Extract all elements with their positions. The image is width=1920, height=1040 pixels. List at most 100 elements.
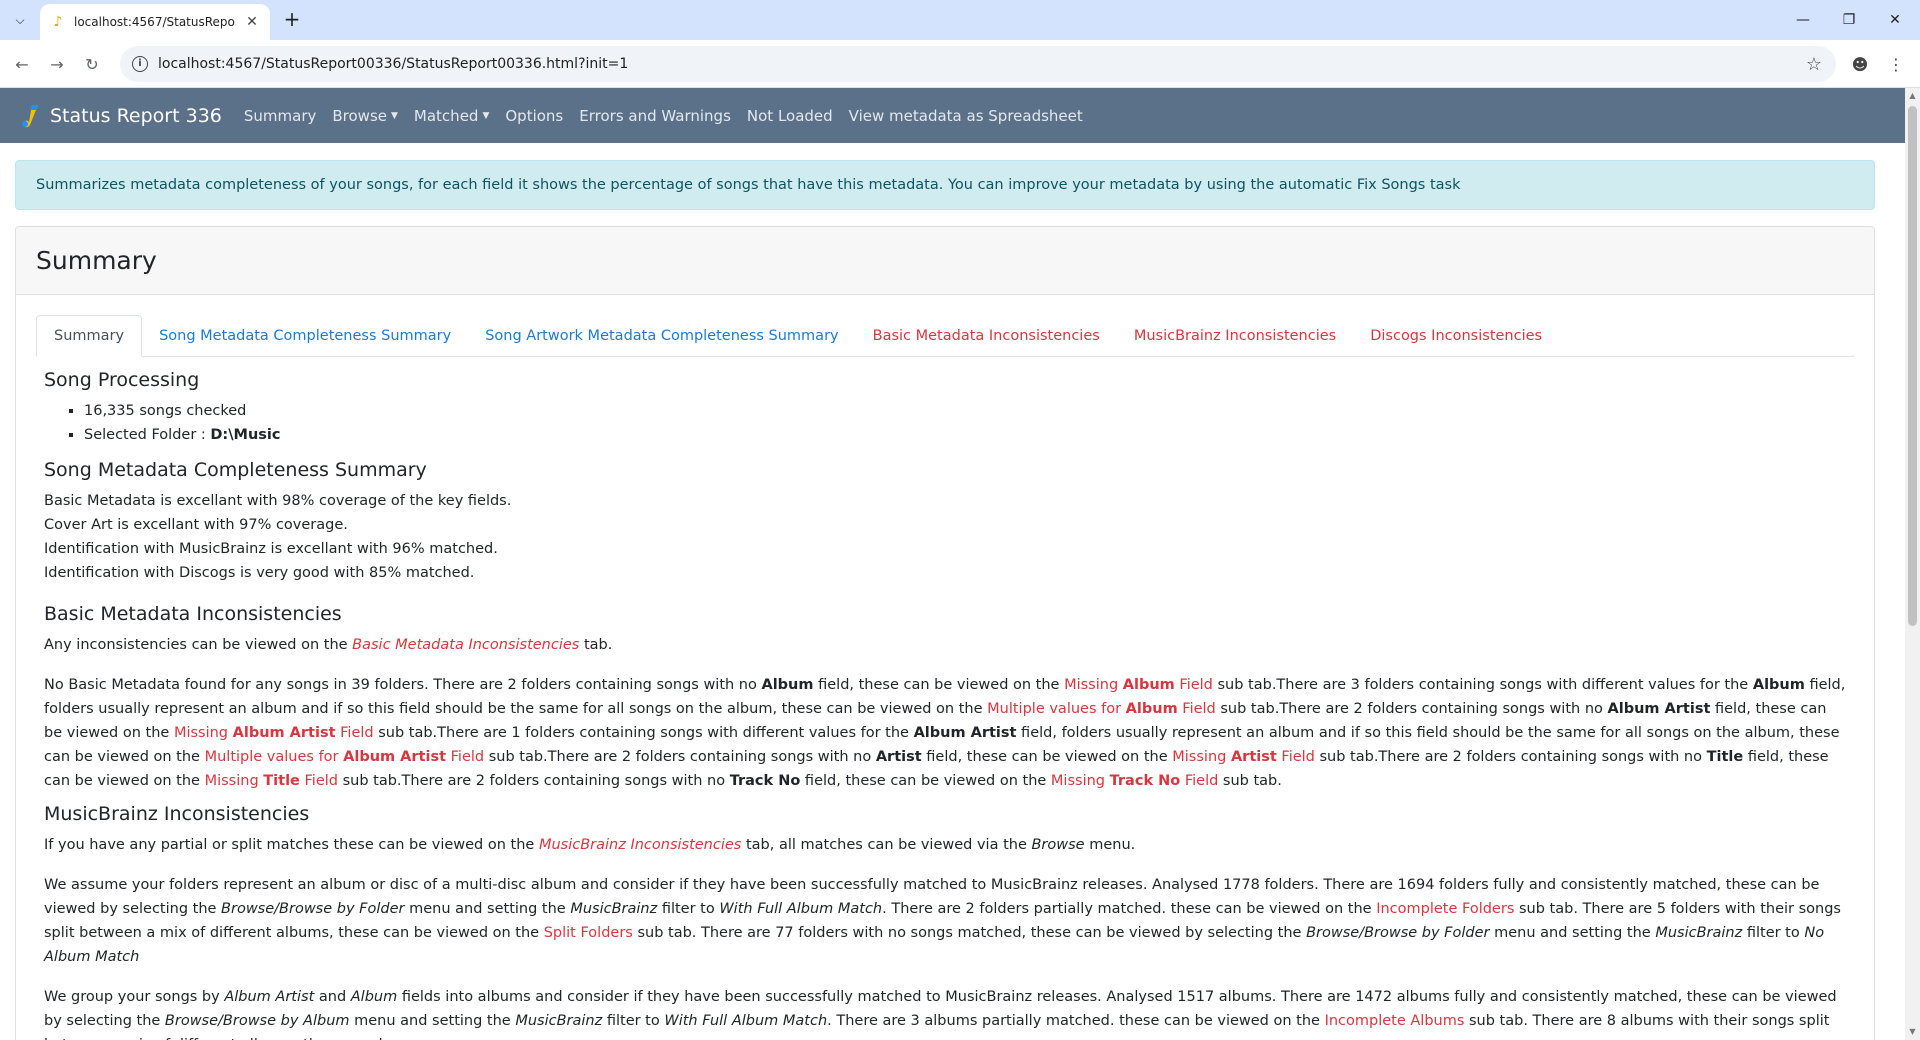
text: Missing [1064,677,1123,693]
field-name: Title [263,773,300,789]
text: Missing [204,773,264,789]
text: field, these can be viewed on the [813,677,1065,693]
text: sub tab. [1218,773,1282,789]
multiple-album-link[interactable]: Multiple values for Album Field [987,701,1216,717]
browser-tab-title: localhost:4567/StatusReport00336 [74,15,236,29]
filter-value: With Full Album Match [719,901,883,917]
info-icon[interactable]: i [132,56,148,72]
text: tab, all matches can be viewed via the [741,837,1032,853]
text: filter to [602,1013,665,1029]
text: sub tab.There are 2 folders containing s… [484,749,876,765]
summary-card: Summary Summary Song Metadata Completene… [15,226,1875,1040]
field-name: Album [1752,677,1805,693]
field-name: Album Artist [232,725,336,741]
menu-ref: Browse/Browse by Album [164,1013,350,1029]
browse-ref: Browse [1031,837,1085,853]
nav-spreadsheet[interactable]: View metadata as Spreadsheet [849,107,1083,125]
arrow-left-icon: ← [15,54,29,74]
tab-bar: Summary Song Metadata Completeness Summa… [36,315,1854,357]
missing-album-link[interactable]: Missing Album Field [1064,677,1213,693]
tab-search-button[interactable]: ⌵ [8,8,32,32]
multiple-album-artist-link[interactable]: Multiple values for Album Artist Field [205,749,485,765]
filter-ref: MusicBrainz [1655,925,1743,941]
arrow-right-icon: → [50,54,64,74]
nav-matched[interactable]: Matched ▼ [414,107,489,125]
menu-ref: Browse/Browse by Folder [221,901,405,917]
nav-summary[interactable]: Summary [244,107,317,125]
text: Multiple values for [204,749,344,765]
nav-errors-warnings[interactable]: Errors and Warnings [579,107,731,125]
chevron-down-icon: ⌵ [15,12,25,27]
brand-title: Status Report 336 [50,104,222,127]
browser-tab[interactable]: ♪ localhost:4567/StatusReport00336 ✕ [40,4,270,40]
tab-song-artwork-completeness[interactable]: Song Artwork Metadata Completeness Summa… [468,315,855,357]
text: menu. [1084,837,1136,853]
text: Field [1177,701,1216,717]
restore-button[interactable]: ❐ [1826,0,1872,40]
missing-title-link[interactable]: Missing Title Field [205,773,338,789]
tab-basic-metadata-inconsistencies[interactable]: Basic Metadata Inconsistencies [856,315,1117,357]
filter-ref: MusicBrainz [515,1013,603,1029]
text: Field [446,749,485,765]
list-item: Selected Folder : D:\Music [84,423,1846,447]
basic-inconsistencies-link[interactable]: Basic Metadata Inconsistencies [352,637,579,653]
tab-discogs-inconsistencies[interactable]: Discogs Inconsistencies [1353,315,1559,357]
profile-icon[interactable]: ☻ [1848,52,1872,76]
scrollbar-thumb[interactable] [1908,106,1917,626]
forward-button[interactable]: → [45,52,69,76]
field-name: Album Artist [913,725,1017,741]
text: sub tab. There are 77 folders with no so… [632,925,1307,941]
tab-musicbrainz-inconsistencies[interactable]: MusicBrainz Inconsistencies [1117,315,1353,357]
text: Missing [173,725,233,741]
text: menu and setting the [1489,925,1656,941]
scroll-down-icon[interactable]: ▼ [1908,1027,1917,1037]
text: Field [1276,749,1315,765]
bookmark-star-icon[interactable]: ☆ [1806,54,1822,75]
scroll-up-icon[interactable]: ▲ [1908,91,1917,101]
field-name: Track No [729,773,801,789]
incomplete-albums-link[interactable]: Incomplete Albums [1325,1013,1465,1029]
list-item: 16,335 songs checked [84,399,1846,423]
tab-summary[interactable]: Summary [36,315,143,357]
nav-browse-label: Browse [332,106,387,125]
nav-not-loaded[interactable]: Not Loaded [747,107,833,125]
incomplete-folders-link[interactable]: Incomplete Folders [1376,901,1514,917]
text: Field [299,773,338,789]
text: . There are 2 folders partially matched.… [882,901,1377,917]
missing-track-no-link[interactable]: Missing Track No Field [1051,773,1218,789]
field-name: Album Artist [1607,701,1711,717]
mb-albums-paragraph: We group your songs by Album Artist and … [44,985,1846,1040]
nav-options[interactable]: Options [505,107,563,125]
folder-value: D:\Music [210,427,281,443]
back-button[interactable]: ← [10,52,34,76]
missing-artist-link[interactable]: Missing Artist Field [1172,749,1315,765]
menu-kebab-icon[interactable]: ⋮ [1884,52,1908,76]
split-folders-link[interactable]: Split Folders [544,925,633,941]
summary-content: Song Processing 16,335 songs checked Sel… [36,367,1854,1040]
brand[interactable]: Status Report 336 [18,103,222,129]
song-processing-list: 16,335 songs checked Selected Folder : D… [44,399,1846,447]
tab-song-metadata-completeness[interactable]: Song Metadata Completeness Summary [142,315,468,357]
text: field, these can be viewed on the [921,749,1173,765]
filter-value: With Full Album Match [664,1013,828,1029]
reload-button[interactable]: ↻ [80,52,104,76]
window-close-button[interactable]: ✕ [1872,0,1918,40]
text: We group your songs by [44,989,225,1005]
text: menu and setting the [404,901,571,917]
nav-browse[interactable]: Browse ▼ [332,107,398,125]
field-name: Artist [1230,749,1277,765]
missing-album-artist-link[interactable]: Missing Album Artist Field [174,725,374,741]
browser-tabstrip: ⌵ ♪ localhost:4567/StatusReport00336 ✕ +… [0,0,1920,40]
minimize-button[interactable]: — [1780,0,1826,40]
text: . There are 3 albums partially matched. … [827,1013,1325,1029]
new-tab-button[interactable]: + [280,8,304,32]
text: sub tab.There are 1 folders containing s… [373,725,914,741]
page-scrollbar[interactable]: ▲ ▼ [1905,88,1920,1040]
close-icon[interactable]: ✕ [244,14,260,30]
musicbrainz-inconsistencies-link[interactable]: MusicBrainz Inconsistencies [539,837,741,853]
text: sub tab.There are 2 folders containing s… [1215,701,1608,717]
address-bar[interactable]: i localhost:4567/StatusReport00336/Statu… [120,46,1836,82]
text: Missing [1172,749,1231,765]
url-text[interactable]: localhost:4567/StatusReport00336/StatusR… [158,56,628,72]
